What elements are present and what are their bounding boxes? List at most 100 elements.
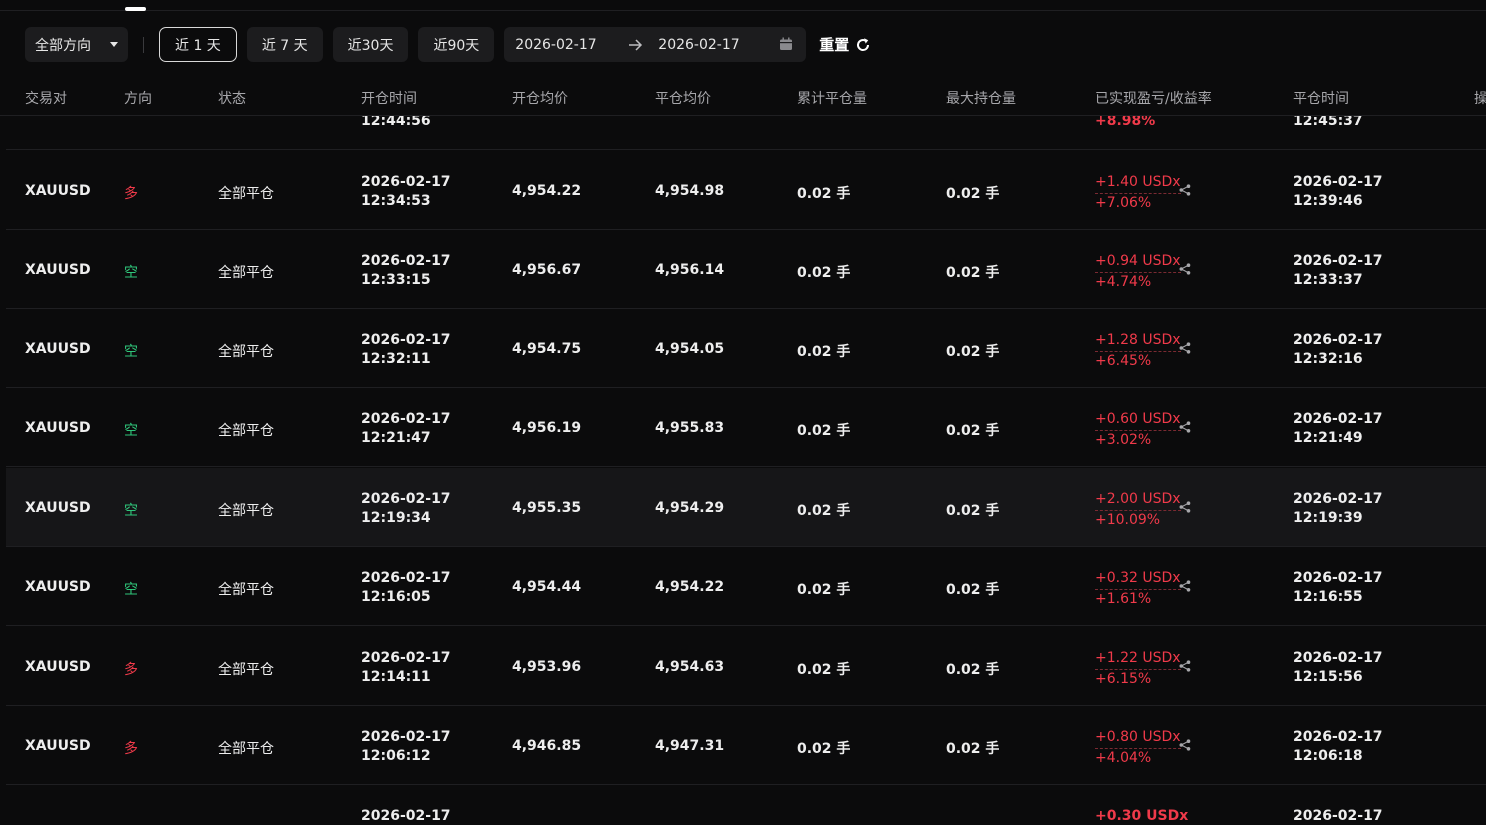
close-time: 12:21:49 [1293,430,1363,446]
max-position: 0.02 手 [946,344,1000,360]
status: 全部平仓 [218,265,274,281]
header-open-price[interactable]: 开仓均价 [512,88,568,108]
header-side[interactable]: 方向 [124,88,152,108]
share-icon[interactable] [1179,342,1191,358]
open-time: 12:14:11 [361,669,431,685]
share-icon[interactable] [1179,263,1191,279]
pnl-cell: +1.22 USDx +6.15% [1095,649,1181,689]
pnl-cell: +1.40 USDx +7.06% [1095,173,1181,213]
close-time-cell: 2026-02-17 12:21:49 [1293,410,1383,448]
share-icon[interactable] [1179,501,1191,517]
share-icon[interactable] [1179,739,1191,755]
calendar-icon[interactable] [779,37,793,51]
open-price: 4,955.35 [512,500,582,516]
reset-button[interactable]: 重置 [819,34,871,55]
header-close-time[interactable]: 平仓时间 [1293,88,1349,108]
symbol: XAUUSD [25,500,91,516]
status: 全部平仓 [218,423,274,439]
pnl-amount[interactable]: +0.32 USDx [1095,569,1181,590]
open-time: 12:33:15 [361,272,431,288]
open-time-cell: 2026-02-17 12:34:53 [361,173,451,211]
range-1d-button[interactable]: 近 1 天 [159,27,237,62]
table-row[interactable]: XAUUSD 空 全部平仓 2026-02-17 12:19:34 4,955.35 4,9… [6,468,1486,547]
table-header: 交易对 方向 状态 开仓时间 开仓均价 平仓均价 累计平仓量 最大持仓量 已实现… [0,82,1486,116]
symbol: XAUUSD [25,659,91,675]
close-date: 2026-02-17 [1293,332,1383,348]
top-tab-bar [0,0,1486,11]
header-max-position[interactable]: 最大持仓量 [946,88,1016,108]
close-time-cell: 2026-02-17 12:16:55 [1293,569,1383,607]
max-position: 0.02 手 [946,662,1000,678]
header-realized-pnl[interactable]: 已实现盈亏/收益率 [1095,88,1212,108]
close-time-cell: 2026-02-17 12:39:46 [1293,173,1383,211]
date-end[interactable]: 2026-02-17 [658,37,739,53]
pnl-cell: +0.94 USDx +4.74% [1095,252,1181,292]
share-icon[interactable] [1179,421,1191,437]
table-row[interactable]: XAUUSD 多 全部平仓 2026-02-17 12:06:12 4,946.85 4,9… [6,706,1486,785]
side-short: 空 [124,503,138,519]
symbol: XAUUSD [25,420,91,436]
close-time: 12:32:16 [1293,351,1363,367]
open-time-cell: 2026-02-17 12:16:05 [361,569,451,607]
share-icon[interactable] [1179,660,1191,676]
pnl-rate: +10.09% [1095,512,1161,528]
open-date: 2026-02-17 [361,570,451,586]
side-short: 空 [124,344,138,360]
side-short: 空 [124,582,138,598]
open-date: 2026-02-17 [361,729,451,745]
max-position: 0.02 手 [946,503,1000,519]
open-time: 12:16:05 [361,589,431,605]
pnl-cell: +1.28 USDx +6.45% [1095,331,1181,371]
date-range-picker[interactable]: 2026-02-17 2026-02-17 [504,27,807,62]
pnl-amount[interactable]: +1.22 USDx [1095,649,1181,670]
table-row[interactable]: XAUUSD 空 全部平仓 2026-02-17 12:33:15 4,956.67 4,9… [6,230,1486,309]
pnl-amount[interactable]: +0.60 USDx [1095,410,1181,431]
close-price: 4,954.63 [655,659,725,675]
pnl-rate: +6.45% [1095,353,1152,369]
max-position: 0.02 手 [946,741,1000,757]
table-row[interactable]: XAUUSD 空 全部平仓 2026-02-17 12:32:11 4,954.75 4,9… [6,309,1486,388]
close-date: 2026-02-17 [1293,411,1383,427]
side-long: 多 [124,741,138,757]
pnl-amount: +0.30 USDx [1095,808,1189,824]
header-open-time[interactable]: 开仓时间 [361,88,417,108]
open-date: 2026-02-17 [361,650,451,666]
header-close-price[interactable]: 平仓均价 [655,88,711,108]
range-30d-button[interactable]: 近30天 [332,27,409,62]
table-row[interactable]: XAUUSD 多 全部平仓 2026-02-17 12:14:11 4,953.96 4,9… [6,627,1486,706]
open-time: 12:21:47 [361,430,431,446]
close-time-cell: 2026-02-17 12:32:16 [1293,331,1383,369]
open-time-cell: 2026-02-17 12:32:11 [361,331,451,369]
close-date: 2026-02-17 [1293,174,1383,190]
cumulative-close: 0.02 手 [797,582,851,598]
header-symbol[interactable]: 交易对 [25,88,67,108]
header-status[interactable]: 状态 [218,88,246,108]
table-row[interactable]: XAUUSD 多 全部平仓 2026-02-17 12:34:53 4,954.22 4,9… [6,151,1486,230]
open-time-cell: 2026-02-17 12:21:47 [361,410,451,448]
status: 全部平仓 [218,503,274,519]
share-icon[interactable] [1179,580,1191,596]
range-90d-button[interactable]: 近90天 [418,27,495,62]
pnl-amount[interactable]: +2.00 USDx [1095,490,1181,511]
direction-select[interactable]: 全部方向 [25,27,128,62]
close-time: 12:33:37 [1293,272,1363,288]
pnl-amount[interactable]: +0.94 USDx [1095,252,1181,273]
pnl-amount[interactable]: +0.80 USDx [1095,728,1181,749]
max-position: 0.02 手 [946,423,1000,439]
close-date: 2026-02-17 [1293,570,1383,586]
table-row[interactable]: XAUUSD 空 全部平仓 2026-02-17 12:21:47 4,956.19 4,9… [6,388,1486,467]
table-row-partial-bottom[interactable]: 2026-02-17 +0.30 USDx 2026-02-17 [6,786,1486,825]
table-row[interactable]: XAUUSD 空 全部平仓 2026-02-17 12:16:05 4,954.44 4,9… [6,547,1486,626]
range-7d-button[interactable]: 近 7 天 [246,27,323,62]
side-long: 多 [124,662,138,678]
pnl-amount[interactable]: +1.28 USDx [1095,331,1181,352]
table-row-partial-top[interactable]: 12:44:56 +8.98% 12:45:37 [6,112,1486,150]
header-cumulative-close[interactable]: 累计平仓量 [797,88,867,108]
toolbar-divider [143,36,144,53]
status: 全部平仓 [218,662,274,678]
share-icon[interactable] [1179,184,1191,200]
date-start[interactable]: 2026-02-17 [515,37,596,53]
pnl-amount[interactable]: +1.40 USDx [1095,173,1181,194]
open-time: 12:06:12 [361,748,431,764]
pnl-cell: +0.32 USDx +1.61% [1095,569,1181,609]
